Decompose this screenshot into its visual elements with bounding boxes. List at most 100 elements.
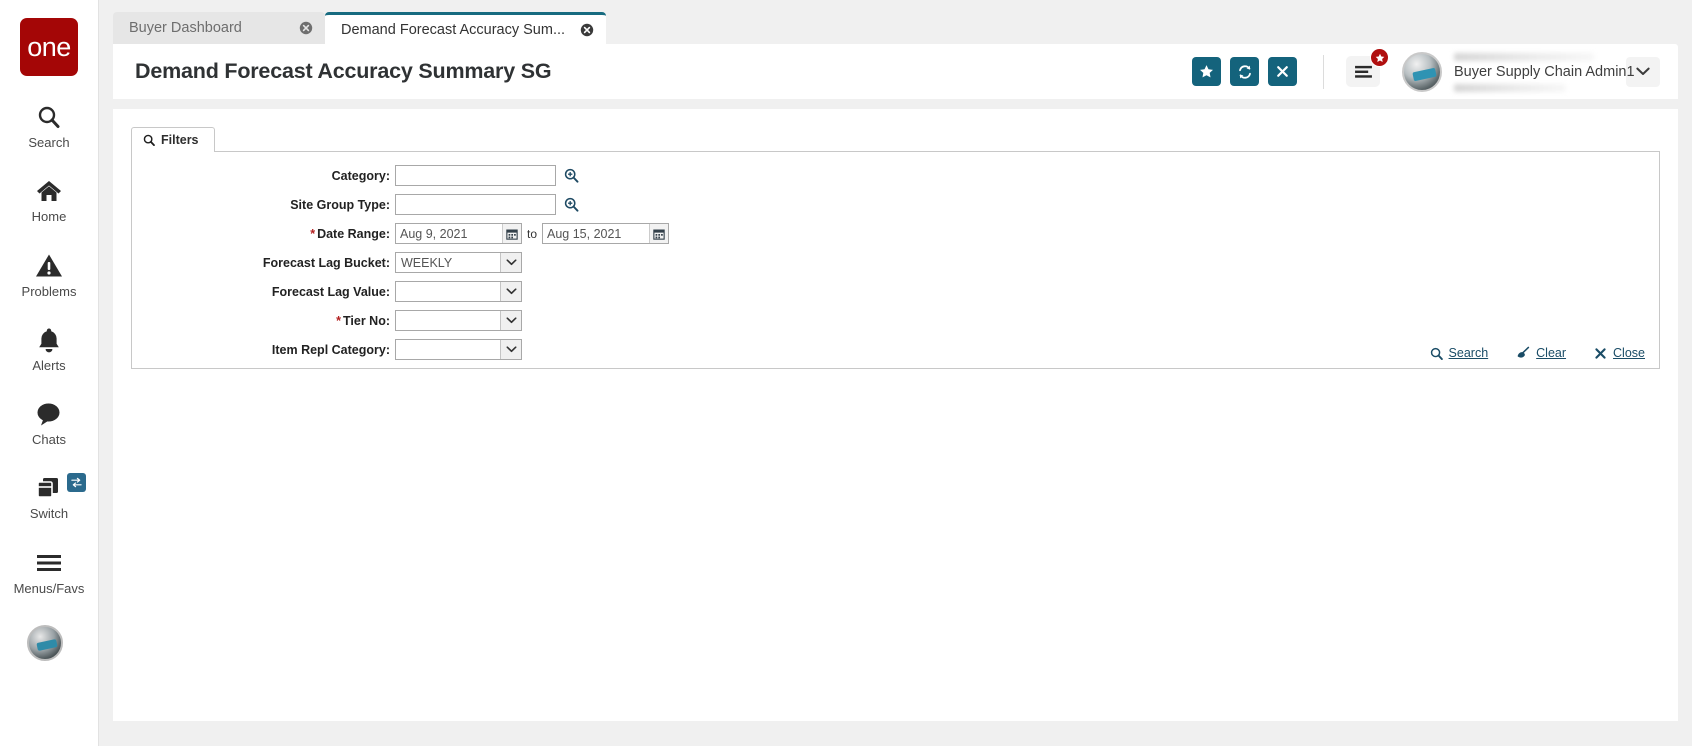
- filter-label: Category:: [331, 168, 390, 183]
- chevron-down-icon: [500, 340, 521, 359]
- clear-link[interactable]: Clear: [1516, 346, 1566, 360]
- sidebar-item-alerts[interactable]: Alerts: [0, 325, 99, 373]
- filter-actions: Search Clear Close: [1430, 346, 1645, 360]
- filters-tabbar: Filters: [131, 127, 1660, 152]
- refresh-button[interactable]: [1230, 57, 1259, 86]
- app-logo[interactable]: one: [20, 18, 78, 76]
- forecast-lag-bucket-select[interactable]: WEEKLY: [395, 252, 522, 273]
- redacted-text-top: [1454, 52, 1594, 61]
- sidebar-item-search[interactable]: Search: [0, 102, 99, 150]
- search-icon: [1430, 347, 1443, 360]
- filter-row-category: Category:: [132, 164, 1659, 187]
- filter-label: Forecast Lag Bucket:: [262, 255, 390, 270]
- tab-demand-forecast-accuracy[interactable]: Demand Forecast Accuracy Sum...: [325, 12, 607, 44]
- filter-label-text: Tier No:: [343, 313, 390, 328]
- x-icon: [1594, 347, 1607, 360]
- date-to-wrapper: [542, 223, 670, 244]
- refresh-icon: [1237, 64, 1253, 80]
- close-button[interactable]: [1268, 57, 1297, 86]
- user-menu[interactable]: Buyer Supply Chain Admin1: [1402, 51, 1660, 93]
- filter-label: * Date Range:: [132, 227, 395, 241]
- magnifier-plus-icon[interactable]: [564, 168, 579, 183]
- date-from-wrapper: [395, 223, 522, 244]
- filter-label: Forecast Lag Value:: [271, 284, 390, 299]
- tier-no-select[interactable]: [395, 310, 522, 331]
- page-header: Demand Forecast Accuracy Summary SG Buye…: [113, 44, 1678, 99]
- calendar-icon[interactable]: [649, 224, 669, 243]
- hamburger-icon: [35, 548, 63, 578]
- close-link[interactable]: Close: [1594, 346, 1645, 360]
- filter-row-date-range: *Date Range: to: [132, 222, 1659, 245]
- search-icon: [143, 134, 155, 146]
- filter-label-text: Date Range:: [317, 226, 390, 241]
- avatar: [1402, 51, 1442, 92]
- left-sidebar: one Search Home Problems Alerts Chats Sw…: [0, 0, 99, 746]
- close-circle-icon[interactable]: [298, 21, 313, 36]
- sidebar-item-switch[interactable]: Switch: [0, 473, 99, 521]
- sidebar-item-home[interactable]: Home: [0, 176, 99, 224]
- swap-arrows-icon[interactable]: [66, 473, 86, 493]
- search-icon: [36, 102, 62, 132]
- search-link-label: Search: [1448, 346, 1489, 360]
- date-from-input[interactable]: [396, 224, 502, 243]
- sidebar-item-label: Home: [31, 209, 67, 225]
- warning-triangle-icon: [35, 251, 63, 281]
- chevron-down-icon: [500, 253, 521, 272]
- hamburger-icon: [1354, 64, 1373, 79]
- redacted-text-bottom: [1454, 83, 1566, 92]
- date-to-input[interactable]: [543, 224, 650, 243]
- chat-bubble-icon: [35, 399, 63, 429]
- menus-favs-button[interactable]: [1346, 48, 1389, 87]
- app-logo-text: one: [27, 31, 71, 62]
- item-repl-category-select[interactable]: [395, 339, 522, 360]
- calendar-icon[interactable]: [502, 224, 521, 243]
- tab-filters-label: Filters: [161, 133, 199, 147]
- tab-label: Buyer Dashboard: [129, 20, 242, 36]
- page-title: Demand Forecast Accuracy Summary SG: [135, 59, 552, 83]
- content-panel: Filters Category: Site Group Type: * Dat…: [113, 109, 1678, 721]
- filter-label: * Tier No:: [132, 314, 395, 328]
- sidebar-item-label: Alerts: [32, 357, 66, 373]
- x-icon: [1276, 65, 1289, 78]
- forecast-lag-value-select[interactable]: [395, 281, 522, 302]
- close-link-label: Close: [1613, 346, 1645, 360]
- sidebar-item-menus-favs[interactable]: Menus/Favs: [0, 548, 99, 596]
- search-link[interactable]: Search: [1430, 346, 1489, 360]
- magnifier-plus-icon[interactable]: [564, 197, 579, 212]
- sidebar-avatar[interactable]: [27, 625, 63, 661]
- date-range-separator: to: [527, 226, 538, 241]
- filter-row-tier-no: * Tier No:: [132, 309, 1659, 332]
- home-icon: [35, 176, 63, 206]
- windows-stack-icon: [35, 473, 63, 503]
- close-circle-icon[interactable]: [579, 22, 594, 37]
- favorites-badge: [1370, 48, 1389, 67]
- star-icon: [1199, 64, 1214, 79]
- tab-label: Demand Forecast Accuracy Sum...: [341, 21, 566, 38]
- user-name-wrapper: Buyer Supply Chain Admin1: [1454, 51, 1635, 93]
- filters-body: Category: Site Group Type: *Date Range:: [131, 152, 1660, 369]
- favorite-button[interactable]: [1192, 57, 1221, 86]
- category-input[interactable]: [395, 165, 556, 186]
- sidebar-item-chats[interactable]: Chats: [0, 399, 99, 447]
- chevron-down-icon: [500, 282, 521, 301]
- select-value: WEEKLY: [401, 255, 453, 270]
- sidebar-item-label: Search: [28, 135, 70, 150]
- broom-icon: [1516, 346, 1530, 360]
- filter-label: Item Repl Category:: [271, 342, 390, 357]
- site-group-type-input[interactable]: [395, 194, 556, 215]
- sidebar-item-label: Menus/Favs: [13, 580, 85, 596]
- required-asterisk: *: [336, 313, 341, 328]
- chevron-down-icon: [500, 311, 521, 330]
- filter-row-forecast-lag-bucket: Forecast Lag Bucket: WEEKLY: [132, 251, 1659, 274]
- main-area: Buyer Dashboard Demand Forecast Accuracy…: [99, 0, 1692, 746]
- tab-buyer-dashboard[interactable]: Buyer Dashboard: [113, 12, 325, 44]
- clear-link-label: Clear: [1536, 346, 1567, 360]
- required-asterisk: *: [310, 226, 316, 241]
- tab-strip: Buyer Dashboard Demand Forecast Accuracy…: [99, 0, 1692, 44]
- user-name: Buyer Supply Chain Admin1: [1454, 63, 1635, 80]
- header-divider: [1323, 54, 1324, 89]
- sidebar-item-problems[interactable]: Problems: [0, 251, 99, 299]
- filter-row-site-group-type: Site Group Type:: [132, 193, 1659, 216]
- tab-filters[interactable]: Filters: [131, 127, 215, 152]
- filter-label: Site Group Type:: [290, 197, 390, 212]
